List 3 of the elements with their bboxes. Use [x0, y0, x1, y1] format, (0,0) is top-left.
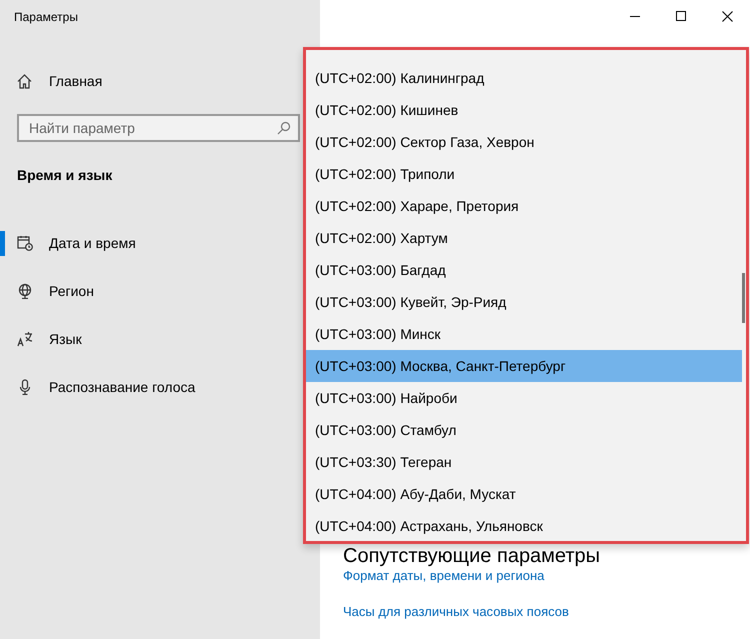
section-title: Время и язык [17, 167, 112, 183]
window-title: Параметры [14, 10, 78, 24]
section-heading: Сопутствующие параметры [343, 545, 600, 567]
